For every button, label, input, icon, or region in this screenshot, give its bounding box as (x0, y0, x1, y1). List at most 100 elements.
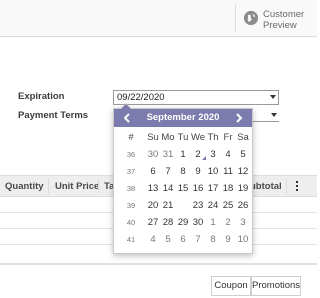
datepicker-day-label: 7 (165, 166, 171, 177)
datepicker-day[interactable]: 8 (206, 231, 220, 248)
datepicker-day-label: 13 (147, 183, 159, 194)
datepicker-day-label: 30 (147, 149, 159, 160)
day-header: Su (147, 132, 159, 143)
datepicker-day[interactable]: 7 (161, 163, 175, 180)
datepicker-day[interactable]: 11 (221, 163, 235, 180)
datepicker-day-label: 20 (147, 200, 159, 211)
column-divider (48, 179, 49, 194)
datepicker-day[interactable]: 24 (206, 197, 220, 214)
datepicker-week-row: 38 13 14 15 16 17 18 19 (114, 180, 252, 197)
week-number: 36 (126, 150, 136, 159)
day-header: We (191, 132, 206, 143)
datepicker-day-label: 16 (192, 183, 204, 194)
datepicker-day[interactable]: 2 (221, 214, 235, 231)
datepicker-day-label: 9 (195, 166, 201, 177)
datepicker-day[interactable]: 10 (236, 231, 250, 248)
datepicker-day[interactable]: 9 (191, 163, 205, 180)
datepicker-day-label: 9 (225, 234, 231, 245)
datepicker-day[interactable]: 5 (161, 231, 175, 248)
datepicker-day[interactable]: 25 (221, 197, 235, 214)
datepicker-day-label: 15 (177, 183, 189, 194)
datepicker-day[interactable]: 6 (176, 231, 190, 248)
datepicker-day[interactable]: 30 (146, 146, 160, 163)
datepicker-day-label: 23 (192, 200, 204, 211)
datepicker-day[interactable]: 1 (206, 214, 220, 231)
week-number: 37 (126, 167, 136, 176)
datepicker-day[interactable]: 4 (221, 146, 235, 163)
datepicker-day[interactable]: 9 (221, 231, 235, 248)
datepicker-day[interactable]: 19 (236, 180, 250, 197)
datepicker-day[interactable]: 14 (161, 180, 175, 197)
datepicker-day[interactable]: 28 (161, 214, 175, 231)
datepicker-day-label: 22 (177, 200, 189, 211)
datepicker-day-label: 4 (150, 234, 156, 245)
datepicker-day[interactable]: 20 (146, 197, 160, 214)
datepicker-day[interactable]: 3 (236, 214, 250, 231)
datepicker-day-label: 3 (210, 149, 216, 160)
section-divider (0, 263, 317, 265)
column-unit-price[interactable]: Unit Price (55, 181, 99, 192)
datepicker-day-label: 5 (165, 234, 171, 245)
column-options-icon[interactable] (296, 181, 299, 193)
payment-terms-dropdown-icon[interactable] (271, 113, 277, 117)
column-quantity[interactable]: Quantity (5, 181, 44, 192)
datepicker-day[interactable]: 23 (191, 197, 205, 214)
expiration-field[interactable]: 09/22/2020 (113, 90, 279, 105)
globe-icon[interactable] (244, 11, 258, 25)
datepicker-day[interactable]: 8 (176, 163, 190, 180)
datepicker-day[interactable]: 30 (191, 214, 205, 231)
column-subtotal[interactable]: ubtotal (250, 181, 282, 192)
datepicker-day[interactable]: 17 (206, 180, 220, 197)
datepicker-day[interactable]: 18 (221, 180, 235, 197)
week-number: 38 (126, 184, 136, 193)
datepicker-day[interactable]: 13 (146, 180, 160, 197)
datepicker-day[interactable]: 27 (146, 214, 160, 231)
datepicker-day-label: 6 (180, 234, 186, 245)
datepicker-day[interactable]: 26 (236, 197, 250, 214)
datepicker-day-label: 1 (180, 149, 186, 160)
datepicker-day[interactable]: 16 (191, 180, 205, 197)
datepicker-day[interactable]: 2 (191, 146, 206, 163)
datepicker-day[interactable]: 29 (176, 214, 190, 231)
datepicker-week-row: 41 4 5 6 7 8 9 10 (114, 231, 252, 248)
datepicker-week-row: 39 20 21 22 23 24 25 26 (114, 197, 252, 214)
datepicker-day-label: 6 (150, 166, 156, 177)
datepicker-day[interactable]: 21 (161, 197, 175, 214)
payment-terms-label: Payment Terms (18, 110, 89, 121)
datepicker-day-label: 25 (222, 200, 234, 211)
datepicker-weeks: 36 30 31 1 2 3 4 5 37 6 7 8 9 10 11 12 38 13 14 15 16 17 18 19 3… (114, 146, 252, 248)
datepicker-day[interactable]: 31 (161, 146, 175, 163)
chevron-right-icon[interactable] (232, 111, 246, 125)
datepicker-day[interactable]: 6 (146, 163, 160, 180)
expiration-label: Expiration (18, 91, 65, 102)
datepicker-day-label: 1 (210, 217, 216, 228)
datepicker-day-label: 5 (240, 149, 246, 160)
datepicker-day[interactable]: 12 (236, 163, 250, 180)
datepicker-day[interactable]: 22 (175, 197, 191, 214)
week-number-header: # (128, 132, 134, 143)
datepicker-day[interactable]: 1 (176, 146, 190, 163)
datepicker-day-label: 28 (162, 217, 174, 228)
datepicker-day[interactable]: 3 (206, 146, 220, 163)
week-number: 41 (126, 235, 136, 244)
datepicker-day[interactable]: 7 (191, 231, 205, 248)
datepicker-week-row: 37 6 7 8 9 10 11 12 (114, 163, 252, 180)
datepicker-day-label: 17 (207, 183, 219, 194)
customer-preview-line1: Customer (263, 9, 305, 20)
datepicker-popup: September 2020 # Su Mo Tu We Th Fr Sa 36… (113, 103, 253, 254)
week-number: 40 (126, 218, 136, 227)
expiration-dropdown-icon[interactable] (270, 95, 276, 99)
datepicker-day[interactable]: 10 (206, 163, 220, 180)
day-header: Th (207, 132, 219, 143)
datepicker-day-label: 3 (240, 217, 246, 228)
customer-preview-button[interactable]: Customer Preview (263, 9, 313, 31)
day-header: Fr (223, 132, 233, 143)
coupon-button[interactable]: Coupon (211, 276, 251, 296)
datepicker-day[interactable]: 4 (146, 231, 160, 248)
top-toolbar: Customer Preview (0, 0, 317, 37)
datepicker-day[interactable]: 5 (236, 146, 250, 163)
datepicker-day[interactable]: 15 (176, 180, 190, 197)
datepicker-day-label: 14 (162, 183, 174, 194)
datepicker-day-label: 8 (180, 166, 186, 177)
promotions-button[interactable]: Promotions (251, 276, 301, 296)
